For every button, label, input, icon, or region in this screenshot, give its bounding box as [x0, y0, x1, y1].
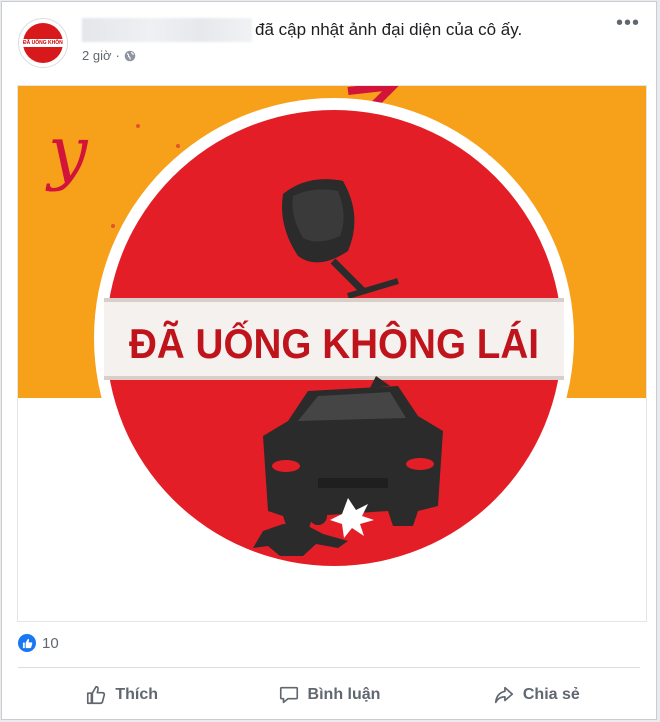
post-meta: 2 giờ · — [82, 48, 136, 63]
post-photo[interactable]: y ĐÃ UỐNG KHÔNG LÁI — [17, 85, 647, 622]
post-time[interactable]: 2 giờ — [82, 48, 112, 63]
dot-separator: · — [115, 48, 120, 63]
reactions-summary[interactable]: 10 — [18, 634, 59, 652]
thumbs-up-icon — [87, 685, 106, 705]
comment-button[interactable]: Bình luận — [225, 675, 432, 715]
share-label: Chia sẻ — [522, 686, 580, 703]
comment-label: Bình luận — [307, 686, 381, 703]
comment-icon — [279, 686, 298, 704]
banner-text: ĐÃ UỐNG KHÔNG LÁI — [129, 319, 539, 367]
feed-post: ĐÃ UỐNG KHÔNG LÁI đã cập nhật ảnh đại di… — [1, 1, 657, 720]
more-options-button[interactable]: ••• — [616, 12, 640, 35]
script-letter: y — [45, 111, 89, 193]
reaction-count: 10 — [42, 634, 59, 652]
blurred-user-name[interactable] — [82, 18, 252, 42]
post-action-text: đã cập nhật ảnh đại diện của cô ấy. — [255, 20, 523, 39]
avatar[interactable]: ĐÃ UỐNG KHÔNG LÁI — [18, 18, 68, 68]
share-button[interactable]: Chia sẻ — [433, 675, 640, 715]
like-badge-icon — [18, 634, 36, 652]
divider — [18, 667, 640, 668]
like-label: Thích — [115, 686, 158, 703]
globe-icon[interactable] — [124, 50, 136, 62]
like-button[interactable]: Thích — [18, 675, 225, 715]
profile-picture-graphic: y ĐÃ UỐNG KHÔNG LÁI — [18, 86, 646, 621]
post-actions: Thích Bình luận Chia sẻ — [18, 672, 640, 718]
share-icon — [494, 686, 513, 704]
avatar-text: ĐÃ UỐNG KHÔNG LÁI — [23, 39, 63, 47]
